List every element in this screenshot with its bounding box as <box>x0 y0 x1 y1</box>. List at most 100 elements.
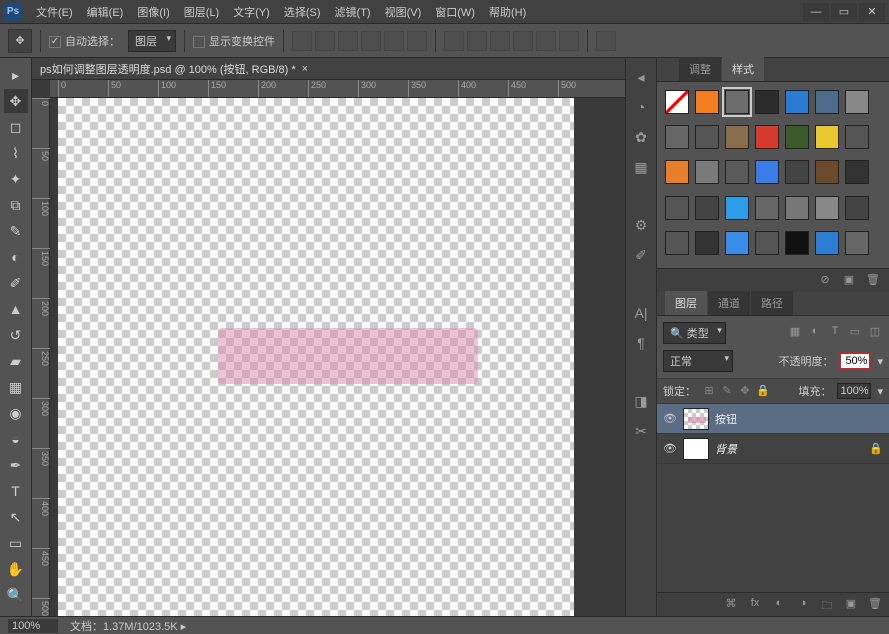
dist-top-icon[interactable] <box>444 31 464 51</box>
filter-type-icon[interactable]: T <box>827 325 843 341</box>
style-swatch[interactable] <box>785 160 809 184</box>
menu-layer[interactable]: 图层(L) <box>178 1 225 23</box>
style-swatch[interactable] <box>815 125 839 149</box>
style-swatch[interactable] <box>785 90 809 114</box>
paths-tab[interactable]: 路径 <box>751 291 793 315</box>
menu-window[interactable]: 窗口(W) <box>429 1 481 23</box>
style-swatch[interactable] <box>845 196 869 220</box>
menu-file[interactable]: 文件(E) <box>30 1 79 23</box>
swatches-panel-icon[interactable]: ✿ <box>630 126 652 148</box>
align-bottom-icon[interactable] <box>338 31 358 51</box>
style-swatch[interactable] <box>725 231 749 255</box>
align-right-icon[interactable] <box>407 31 427 51</box>
layer-thumbnail[interactable] <box>683 438 709 460</box>
clear-style-icon[interactable]: ⊘ <box>817 273 833 289</box>
minimize-button[interactable]: ― <box>803 3 829 21</box>
move-tool[interactable]: ✥ <box>4 89 28 113</box>
filter-shape-icon[interactable]: ▭ <box>847 325 863 341</box>
style-swatch[interactable] <box>665 125 689 149</box>
menu-filter[interactable]: 滤镜(T) <box>329 1 377 23</box>
layer-mask-icon[interactable]: ◐ <box>771 597 787 613</box>
expand-toolbox-icon[interactable]: ▸ <box>4 63 28 87</box>
lock-pixels-icon[interactable]: ✎ <box>720 384 734 398</box>
style-swatch[interactable] <box>725 160 749 184</box>
doc-size-info[interactable]: 文档：1.37M/1023.5K ▸ <box>70 618 186 634</box>
lock-position-icon[interactable]: ✥ <box>738 384 752 398</box>
filter-smart-icon[interactable]: ◫ <box>867 325 883 341</box>
menu-view[interactable]: 视图(V) <box>379 1 428 23</box>
auto-select-checkbox[interactable]: 自动选择： <box>49 33 120 49</box>
character-panel-icon[interactable]: A| <box>630 302 652 324</box>
path-select-tool[interactable]: ↖ <box>4 505 28 529</box>
style-swatch[interactable] <box>665 160 689 184</box>
layer-group-icon[interactable]: 🗀 <box>819 597 835 613</box>
dist-bottom-icon[interactable] <box>490 31 510 51</box>
3d-mode-icon[interactable] <box>596 31 616 51</box>
layers-tab[interactable]: 图层 <box>665 291 707 315</box>
lock-all-icon[interactable]: 🔒 <box>756 384 770 398</box>
blend-mode-dropdown[interactable]: 正常 <box>663 350 733 372</box>
rectangle-tool[interactable]: ▭ <box>4 531 28 555</box>
history-panel-icon[interactable]: ◔ <box>630 96 652 118</box>
current-tool-icon[interactable]: ✥ <box>8 29 32 53</box>
hand-tool[interactable]: ✋ <box>4 557 28 581</box>
opacity-dropdown-icon[interactable]: ▾ <box>877 355 883 368</box>
gradient-tool[interactable]: ▦ <box>4 375 28 399</box>
layer-object-button[interactable] <box>218 328 478 384</box>
brush-panel-icon[interactable]: ⚙ <box>630 214 652 236</box>
ruler-horizontal[interactable]: 050100150200250300350400450500 <box>50 80 625 98</box>
style-swatch[interactable] <box>815 231 839 255</box>
zoom-tool[interactable]: 🔍 <box>4 583 28 607</box>
adjustments-tab[interactable]: 调整 <box>679 57 721 81</box>
align-vcenter-icon[interactable] <box>315 31 335 51</box>
visibility-toggle-icon[interactable]: 👁 <box>663 412 677 425</box>
document-tab-close-icon[interactable]: × <box>302 63 308 75</box>
brush-presets-icon[interactable]: ✐ <box>630 244 652 266</box>
dist-left-icon[interactable] <box>513 31 533 51</box>
auto-select-target-dropdown[interactable]: 图层 <box>128 30 176 52</box>
layer-filter-kind-dropdown[interactable]: 🔍 类型 <box>663 322 726 344</box>
type-tool[interactable]: T <box>4 479 28 503</box>
marquee-tool[interactable]: ◻ <box>4 115 28 139</box>
menu-edit[interactable]: 编辑(E) <box>81 1 130 23</box>
style-swatch[interactable] <box>815 90 839 114</box>
menu-help[interactable]: 帮助(H) <box>483 1 532 23</box>
pen-tool[interactable]: ✒ <box>4 453 28 477</box>
new-layer-icon[interactable]: ▣ <box>843 597 859 613</box>
filter-pixel-icon[interactable]: ▦ <box>787 325 803 341</box>
menu-image[interactable]: 图像(I) <box>131 1 175 23</box>
style-swatch[interactable] <box>755 231 779 255</box>
style-swatch[interactable] <box>815 196 839 220</box>
tools-presets-icon[interactable]: ✂ <box>630 420 652 442</box>
style-swatch[interactable] <box>845 160 869 184</box>
layer-name-label[interactable]: 背景 <box>715 441 863 457</box>
3d-panel-icon[interactable]: ◨ <box>630 390 652 412</box>
style-swatch[interactable] <box>725 196 749 220</box>
style-swatch[interactable] <box>785 231 809 255</box>
layer-thumbnail[interactable] <box>683 408 709 430</box>
style-swatch[interactable] <box>815 160 839 184</box>
magic-wand-tool[interactable]: ✦ <box>4 167 28 191</box>
style-swatch[interactable] <box>755 125 779 149</box>
ruler-vertical[interactable]: 050100150200250300350400450500 <box>32 98 50 616</box>
style-swatch[interactable] <box>695 196 719 220</box>
delete-layer-icon[interactable]: 🗑 <box>867 597 883 613</box>
layer-row[interactable]: 👁按钮 <box>657 404 889 434</box>
channels-tab[interactable]: 通道 <box>708 291 750 315</box>
dist-right-icon[interactable] <box>559 31 579 51</box>
styles-tab[interactable]: 样式 <box>722 57 764 81</box>
clone-stamp-tool[interactable]: ▲ <box>4 297 28 321</box>
align-top-icon[interactable] <box>292 31 312 51</box>
blur-tool[interactable]: ◉ <box>4 401 28 425</box>
filter-adjust-icon[interactable]: ◐ <box>807 325 823 341</box>
delete-style-icon[interactable]: 🗑 <box>865 273 881 289</box>
close-button[interactable]: ✕ <box>859 3 885 21</box>
style-swatch[interactable] <box>755 90 779 114</box>
menu-select[interactable]: 选择(S) <box>278 1 327 23</box>
opacity-input[interactable] <box>839 352 871 370</box>
style-swatch[interactable] <box>695 90 719 114</box>
lasso-tool[interactable]: ⌇ <box>4 141 28 165</box>
brush-tool[interactable]: ✐ <box>4 271 28 295</box>
style-swatch[interactable] <box>785 125 809 149</box>
eyedropper-tool[interactable]: ✎ <box>4 219 28 243</box>
